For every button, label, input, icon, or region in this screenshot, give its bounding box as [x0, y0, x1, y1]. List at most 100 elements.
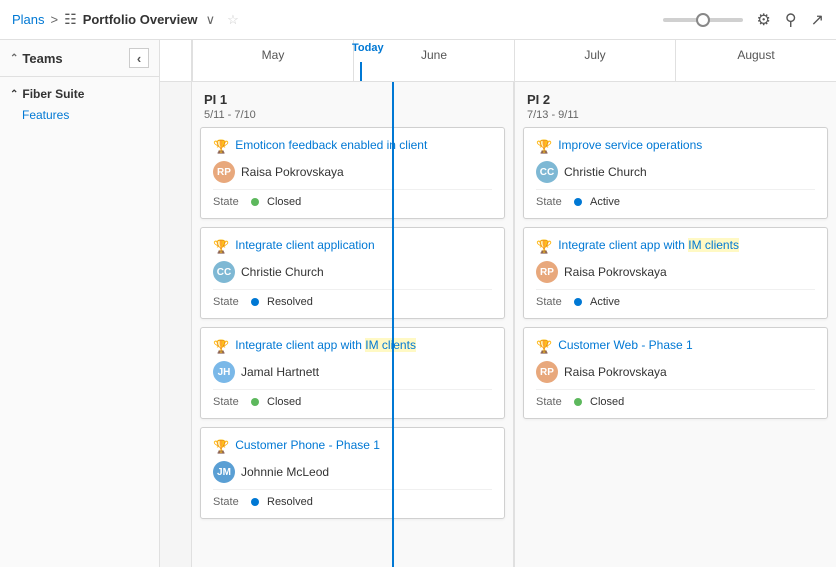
- pi2-section: PI 2 7/13 - 9/11 🏆 Improve service opera…: [514, 82, 836, 567]
- trophy-icon: 🏆: [213, 439, 229, 455]
- pi2-header: PI 2 7/13 - 9/11: [523, 82, 828, 127]
- teams-chevron-icon: ⌃: [10, 53, 18, 64]
- timeline-months: May June July August: [192, 40, 836, 81]
- state-text: Resolved: [267, 296, 313, 308]
- avatar: CC: [213, 261, 235, 283]
- state-text: Closed: [590, 396, 624, 408]
- assignee-name: Raisa Pokrovskaya: [241, 165, 344, 179]
- favorite-star-icon[interactable]: ☆: [227, 12, 239, 28]
- pi2-card-1[interactable]: 🏆 Integrate client app with IM clients R…: [523, 227, 828, 319]
- grid-icon: ☷: [64, 11, 77, 28]
- pi1-dates: 5/11 - 7/10: [204, 109, 501, 121]
- filter-icon[interactable]: ⚲: [785, 10, 797, 30]
- pi1-section: PI 1 5/11 - 7/10 🏆 Emoticon feedback ena…: [192, 82, 514, 567]
- zoom-thumb[interactable]: [696, 13, 710, 27]
- expand-icon[interactable]: ↗: [811, 10, 824, 30]
- pi1-card-3[interactable]: 🏆 Customer Phone - Phase 1 JM Johnnie Mc…: [200, 427, 505, 519]
- trophy-icon: 🏆: [213, 339, 229, 355]
- state-text: Resolved: [267, 496, 313, 508]
- card-title: Emoticon feedback enabled in client: [235, 138, 427, 154]
- pi1-card-2[interactable]: 🏆 Integrate client app with IM clients J…: [200, 327, 505, 419]
- pi1-title: PI 1: [204, 92, 501, 107]
- page-title: Portfolio Overview: [83, 12, 198, 27]
- card-state-row: State Active: [536, 289, 815, 308]
- settings-icon[interactable]: ⚙: [757, 10, 771, 30]
- trophy-icon: 🏆: [536, 239, 552, 255]
- state-text: Closed: [267, 196, 301, 208]
- content-area: Today May June July August PI 1 5/11 - 7: [160, 40, 836, 567]
- card-assignee: JM Johnnie McLeod: [213, 461, 492, 483]
- timeline-header: Today May June July August: [160, 40, 836, 82]
- state-label: State: [213, 296, 243, 308]
- pi-cards-area: PI 1 5/11 - 7/10 🏆 Emoticon feedback ena…: [192, 82, 836, 567]
- sidebar-gutter: [160, 82, 192, 567]
- header: Plans > ☷ Portfolio Overview ∨ ☆ ⚙ ⚲ ↗: [0, 0, 836, 40]
- today-label: Today: [352, 42, 384, 54]
- card-state-row: State Active: [536, 189, 815, 208]
- sidebar: ⌃ Teams ‹ ⌃ Fiber Suite Features: [0, 40, 160, 567]
- state-dot: [574, 398, 582, 406]
- avatar: RP: [536, 261, 558, 283]
- state-text: Closed: [267, 396, 301, 408]
- card-state-row: State Closed: [213, 389, 492, 408]
- title-chevron-icon[interactable]: ∨: [206, 12, 216, 28]
- header-right: ⚙ ⚲ ↗: [663, 10, 824, 30]
- sidebar-teams-header: ⌃ Teams ‹: [0, 40, 159, 77]
- card-title-row: 🏆 Customer Phone - Phase 1: [213, 438, 492, 455]
- state-label: State: [536, 296, 566, 308]
- state-label: State: [213, 196, 243, 208]
- avatar: CC: [536, 161, 558, 183]
- card-assignee: RP Raisa Pokrovskaya: [213, 161, 492, 183]
- state-dot: [574, 198, 582, 206]
- zoom-slider[interactable]: [663, 18, 743, 22]
- assignee-name: Christie Church: [241, 265, 324, 279]
- breadcrumb-separator: >: [51, 12, 59, 27]
- sidebar-group-fiber-suite: ⌃ Fiber Suite Features: [0, 77, 159, 131]
- assignee-name: Jamal Hartnett: [241, 365, 319, 379]
- pi2-title: PI 2: [527, 92, 824, 107]
- pi1-card-1[interactable]: 🏆 Integrate client application CC Christ…: [200, 227, 505, 319]
- card-title-row: 🏆 Emoticon feedback enabled in client: [213, 138, 492, 155]
- card-title-row: 🏆 Integrate client application: [213, 238, 492, 255]
- state-dot: [251, 398, 259, 406]
- month-july: July: [514, 40, 675, 81]
- state-label: State: [536, 396, 566, 408]
- trophy-icon: 🏆: [536, 139, 552, 155]
- group-chevron-icon: ⌃: [10, 89, 18, 100]
- state-text: Active: [590, 296, 620, 308]
- month-may: May: [192, 40, 353, 81]
- avatar: JH: [213, 361, 235, 383]
- assignee-name: Raisa Pokrovskaya: [564, 265, 667, 279]
- pi2-dates: 7/13 - 9/11: [527, 109, 824, 121]
- state-label: State: [536, 196, 566, 208]
- pi2-card-0[interactable]: 🏆 Improve service operations CC Christie…: [523, 127, 828, 219]
- sidebar-group-header[interactable]: ⌃ Fiber Suite: [0, 83, 159, 105]
- avatar: RP: [213, 161, 235, 183]
- card-title: Integrate client app with IM clients: [235, 338, 416, 354]
- state-label: State: [213, 496, 243, 508]
- card-assignee: RP Raisa Pokrovskaya: [536, 261, 815, 283]
- teams-label: Teams: [22, 51, 62, 66]
- sidebar-collapse-button[interactable]: ‹: [129, 48, 149, 68]
- card-state-row: State Resolved: [213, 289, 492, 308]
- sidebar-item-features[interactable]: Features: [0, 105, 159, 125]
- timeline-body: PI 1 5/11 - 7/10 🏆 Emoticon feedback ena…: [160, 82, 836, 567]
- state-dot: [251, 298, 259, 306]
- card-state-row: State Resolved: [213, 489, 492, 508]
- breadcrumb: Plans > ☷ Portfolio Overview ∨ ☆: [12, 11, 239, 28]
- card-title-row: 🏆 Customer Web - Phase 1: [536, 338, 815, 355]
- main: ⌃ Teams ‹ ⌃ Fiber Suite Features Today M…: [0, 40, 836, 567]
- assignee-name: Johnnie McLeod: [241, 465, 329, 479]
- pi1-card-0[interactable]: 🏆 Emoticon feedback enabled in client RP…: [200, 127, 505, 219]
- card-title: Customer Phone - Phase 1: [235, 438, 380, 454]
- card-title: Customer Web - Phase 1: [558, 338, 693, 354]
- pi2-card-2[interactable]: 🏆 Customer Web - Phase 1 RP Raisa Pokrov…: [523, 327, 828, 419]
- avatar: JM: [213, 461, 235, 483]
- today-indicator-line: [360, 62, 362, 81]
- plans-link[interactable]: Plans: [12, 12, 45, 27]
- group-label: Fiber Suite: [22, 87, 84, 101]
- card-title-row: 🏆 Improve service operations: [536, 138, 815, 155]
- assignee-name: Raisa Pokrovskaya: [564, 365, 667, 379]
- card-assignee: CC Christie Church: [536, 161, 815, 183]
- trophy-icon: 🏆: [213, 139, 229, 155]
